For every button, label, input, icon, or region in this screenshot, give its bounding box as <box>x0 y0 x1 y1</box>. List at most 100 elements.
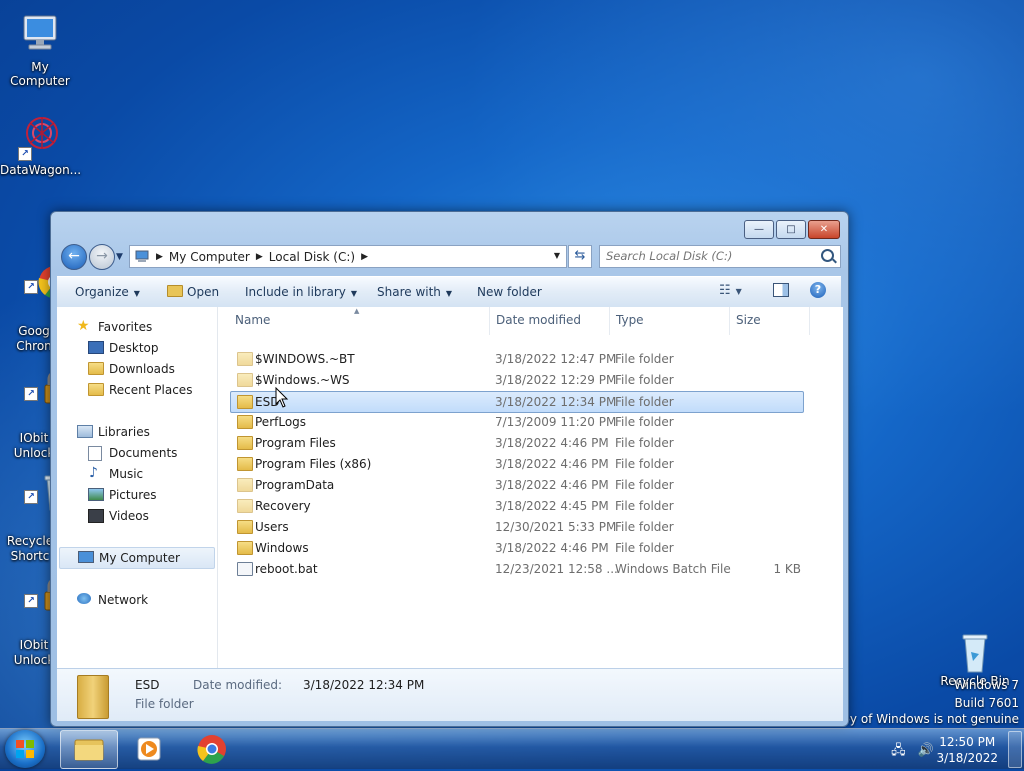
chevron-down-icon: ▼ <box>735 287 742 296</box>
minimize-button[interactable]: — <box>744 220 774 239</box>
preview-pane-button[interactable] <box>773 283 789 300</box>
desktop-icon-my-computer[interactable]: My Computer <box>0 10 80 88</box>
file-list: ▲ Name Date modified Type Size $WINDOWS.… <box>217 307 843 668</box>
help-button[interactable]: ? <box>810 282 826 298</box>
nav-recent-places[interactable]: Recent Places <box>57 380 217 400</box>
file-row[interactable]: Users 12/30/2021 5:33 PM File folder <box>231 517 805 537</box>
back-button[interactable]: ← <box>61 244 87 270</box>
column-separator[interactable] <box>489 307 490 335</box>
nav-music[interactable]: ♪ Music <box>57 464 217 484</box>
new-folder-button[interactable]: New folder <box>477 285 542 299</box>
nav-favorites[interactable]: ★ Favorites <box>57 317 217 337</box>
address-bar[interactable]: ▶ My Computer ▶ Local Disk (C:) ▶ ▼ <box>129 245 567 268</box>
refresh-button[interactable]: ⇆ <box>568 245 592 268</box>
file-row[interactable]: Windows 3/18/2022 4:46 PM File folder <box>231 538 805 558</box>
clock[interactable]: 12:50 PM 3/18/2022 <box>936 734 998 766</box>
folder-icon <box>237 352 253 366</box>
videos-icon <box>88 509 104 523</box>
breadcrumb-my-computer[interactable]: My Computer <box>169 250 250 264</box>
watermark-line-3: copy of Windows is not genuine <box>828 712 1019 726</box>
libraries-icon <box>77 425 93 438</box>
file-row[interactable]: Program Files (x86) 3/18/2022 4:46 PM Fi… <box>231 454 805 474</box>
nav-videos[interactable]: Videos <box>57 506 217 526</box>
folder-icon <box>237 436 253 450</box>
desktop-icon <box>88 341 104 354</box>
nav-downloads[interactable]: Downloads <box>57 359 217 379</box>
arrow-right-icon: → <box>96 248 108 264</box>
desktop-icon-datawagon[interactable]: ↗ DataWagon... <box>0 113 81 177</box>
breadcrumb-separator-icon[interactable]: ▶ <box>256 252 263 262</box>
file-row[interactable]: $Windows.~WS 3/18/2022 12:29 PM File fol… <box>231 370 805 390</box>
navigation-pane: ★ Favorites Desktop Downloads Recent Pla… <box>57 307 218 668</box>
file-row[interactable]: Program Files 3/18/2022 4:46 PM File fol… <box>231 433 805 453</box>
watermark-line-1: Windows 7 <box>953 678 1019 692</box>
nav-documents[interactable]: Documents <box>57 443 217 463</box>
file-row[interactable]: ProgramData 3/18/2022 4:46 PM File folde… <box>231 475 805 495</box>
folder-icon <box>237 499 253 513</box>
folder-large-icon <box>77 675 109 719</box>
nav-network[interactable]: Network <box>57 590 217 610</box>
recent-pages-dropdown[interactable]: ▼ <box>116 252 123 262</box>
column-header-date[interactable]: Date modified <box>496 313 581 327</box>
column-header-type[interactable]: Type <box>616 313 644 327</box>
start-button[interactable] <box>5 730 45 768</box>
media-player-icon <box>137 737 161 761</box>
forward-button[interactable]: → <box>89 244 115 270</box>
content-area: ★ Favorites Desktop Downloads Recent Pla… <box>57 307 843 668</box>
maximize-button[interactable]: □ <box>776 220 806 239</box>
details-date-value: 3/18/2022 12:34 PM <box>303 678 425 692</box>
taskbar-media-player-button[interactable] <box>122 730 178 767</box>
nav-libraries[interactable]: Libraries <box>57 422 217 442</box>
search-input[interactable] <box>600 246 812 265</box>
breadcrumb-separator-icon[interactable]: ▶ <box>156 252 163 262</box>
shortcut-arrow-icon: ↗ <box>24 490 38 504</box>
column-separator[interactable] <box>609 307 610 335</box>
search-icon[interactable] <box>821 249 834 262</box>
nav-desktop[interactable]: Desktop <box>57 338 217 358</box>
computer-small-icon <box>78 551 94 563</box>
computer-small-icon <box>134 250 150 263</box>
command-bar: Organize ▼ Open Include in library ▼ Share… <box>57 276 841 308</box>
address-dropdown-icon[interactable]: ▼ <box>554 251 560 260</box>
folder-icon <box>237 478 253 492</box>
breadcrumb-separator-icon[interactable]: ▶ <box>361 252 368 262</box>
search-box[interactable] <box>599 245 841 268</box>
column-header-size[interactable]: Size <box>736 313 761 327</box>
file-row[interactable]: $WINDOWS.~BT 3/18/2022 12:47 PM File fol… <box>231 349 805 369</box>
file-row[interactable]: reboot.bat 12/23/2021 12:58 ... Windows … <box>231 559 805 579</box>
taskbar: 🖧 🔊 12:50 PM 3/18/2022 <box>0 728 1024 769</box>
nav-pictures[interactable]: Pictures <box>57 485 217 505</box>
show-desktop-button[interactable] <box>1008 731 1022 768</box>
organize-button[interactable]: Organize ▼ <box>75 285 140 299</box>
music-icon: ♪ <box>89 465 98 481</box>
sort-indicator-icon: ▲ <box>354 307 360 315</box>
include-in-library-button[interactable]: Include in library ▼ <box>245 285 357 299</box>
explorer-window[interactable]: — □ ✕ ← → ▼ ▶ My Computer ▶ Local Disk (… <box>50 211 849 727</box>
open-button[interactable]: Open <box>167 285 219 299</box>
shortcut-arrow-icon: ↗ <box>24 387 38 401</box>
file-row[interactable]: Recovery 3/18/2022 4:45 PM File folder <box>231 496 805 516</box>
details-name: ESD <box>135 678 160 692</box>
nav-my-computer[interactable]: My Computer <box>59 547 215 569</box>
column-separator[interactable] <box>729 307 730 335</box>
file-row[interactable]: PerfLogs 7/13/2009 11:20 PM File folder <box>231 412 805 432</box>
folder-icon <box>237 395 253 409</box>
column-header-name[interactable]: Name <box>235 313 270 327</box>
file-row-selected[interactable]: ESD 3/18/2022 12:34 PM File folder <box>230 391 804 413</box>
navigation-bar: ← → ▼ ▶ My Computer ▶ Local Disk (C:) ▶ … <box>59 244 841 270</box>
star-icon: ★ <box>77 318 90 334</box>
folder-icon <box>237 457 253 471</box>
network-tray-icon[interactable]: 🖧 <box>891 743 906 758</box>
volume-icon[interactable]: 🔊 <box>918 743 934 758</box>
preview-pane-icon <box>773 283 789 297</box>
change-view-button[interactable]: ☷ ▼ <box>719 283 742 298</box>
folder-icon <box>237 520 253 534</box>
close-button[interactable]: ✕ <box>808 220 840 239</box>
network-icon <box>77 593 91 604</box>
column-separator[interactable] <box>809 307 810 335</box>
taskbar-chrome-button[interactable] <box>184 730 240 767</box>
taskbar-explorer-button[interactable] <box>60 730 118 769</box>
breadcrumb-local-disk[interactable]: Local Disk (C:) <box>269 250 355 264</box>
share-with-button[interactable]: Share with ▼ <box>377 285 452 299</box>
folder-open-icon <box>167 285 183 297</box>
